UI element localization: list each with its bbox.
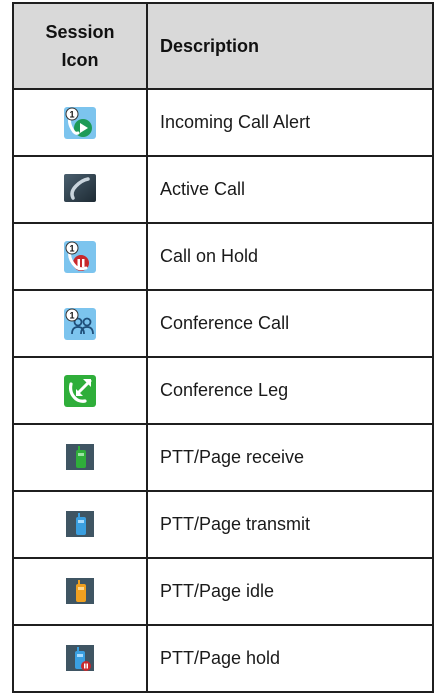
row-description: PTT/Page idle (146, 557, 434, 626)
conference-call-badge: 1 (69, 310, 74, 320)
row-description: PTT/Page hold (146, 624, 434, 693)
row-description: Active Call (146, 155, 434, 224)
incoming-call-alert-icon: 1 (64, 106, 96, 139)
table-row: 1 Conference Call (12, 289, 434, 358)
table-row: 1 Call on Hold (12, 222, 434, 291)
table-row: Conference Leg (12, 356, 434, 425)
row-description: PTT/Page receive (146, 423, 434, 492)
table-row: PTT/Page receive (12, 423, 434, 492)
call-on-hold-badge: 1 (69, 243, 74, 253)
row-description: Call on Hold (146, 222, 434, 291)
header-session-icon-line2: Icon (61, 50, 99, 70)
ptt-page-idle-icon (64, 576, 96, 608)
ptt-page-transmit-icon (64, 509, 96, 541)
row-description: Conference Call (146, 289, 434, 358)
ptt-page-receive-icon (64, 442, 96, 474)
incoming-call-badge: 1 (69, 109, 74, 119)
table-header-row: Session Icon Description (12, 2, 434, 90)
row-description: Conference Leg (146, 356, 434, 425)
row-description: Incoming Call Alert (146, 88, 434, 157)
session-icon-table: Session Icon Description 1 Incoming Call… (12, 2, 434, 693)
table-row: PTT/Page hold (12, 624, 434, 693)
row-description: PTT/Page transmit (146, 490, 434, 559)
header-session-icon-line1: Session (45, 22, 115, 42)
table-row: PTT/Page idle (12, 557, 434, 626)
call-on-hold-icon: 1 (64, 240, 96, 273)
table-row: PTT/Page transmit (12, 490, 434, 559)
conference-call-icon: 1 (64, 307, 96, 340)
table-row: 1 Incoming Call Alert (12, 88, 434, 157)
header-session-icon: Session Icon (12, 2, 148, 90)
conference-leg-icon (64, 374, 96, 407)
header-description: Description (146, 2, 434, 90)
active-call-icon (64, 173, 96, 206)
table-row: Active Call (12, 155, 434, 224)
ptt-page-hold-icon (64, 643, 96, 675)
